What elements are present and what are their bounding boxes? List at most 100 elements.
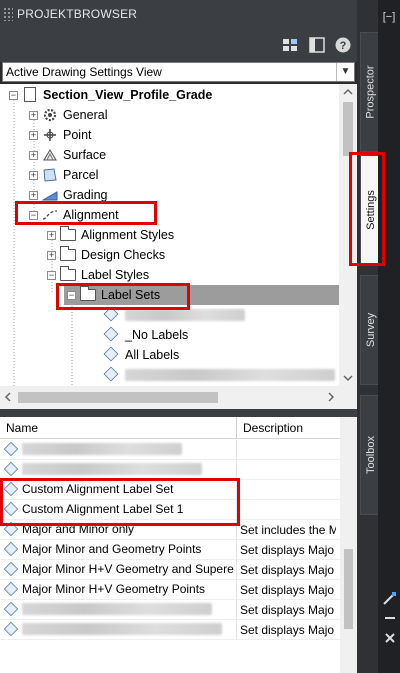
tree-item-label: All Labels — [125, 348, 180, 362]
list-item-description: Set includes the M — [240, 523, 336, 537]
expand-icon[interactable]: + — [29, 170, 38, 180]
collapse-icon[interactable]: − — [67, 290, 76, 300]
tree-item-point[interactable]: + Point — [29, 125, 92, 145]
label-set-icon — [3, 601, 19, 617]
label-set-icon — [3, 581, 19, 597]
chevron-down-icon[interactable]: ▼ — [336, 63, 354, 81]
tree-item-all-labels[interactable]: All Labels — [100, 345, 179, 365]
redacted-text — [125, 309, 245, 321]
collapse-icon[interactable]: − — [29, 210, 38, 220]
label-set-icon — [3, 461, 19, 477]
expand-icon[interactable]: + — [29, 150, 38, 160]
palette-control-strip — [378, 0, 400, 673]
parcel-icon — [42, 167, 58, 183]
column-header-description[interactable]: Description — [243, 421, 303, 435]
tree-item-label-set-redacted[interactable] — [100, 365, 335, 385]
item-list: Name Description Custom Alignment Label … — [0, 417, 357, 673]
list-item-name: Major Minor H+V Geometry and Supere — [22, 562, 234, 576]
tree-item-surface[interactable]: + Surface — [29, 145, 106, 165]
expand-icon[interactable]: + — [47, 230, 56, 240]
drawing-icon — [24, 87, 36, 102]
collapse-icon[interactable]: − — [47, 270, 56, 280]
list-item-name: Major Minor H+V Geometry Points — [22, 582, 206, 596]
tree-horizontal-scrollbar[interactable] — [0, 386, 339, 409]
tree-item-label-styles[interactable]: − Label Styles — [47, 265, 149, 285]
panel-view-icon[interactable] — [309, 37, 325, 53]
list-item-name: Custom Alignment Label Set 1 — [22, 502, 184, 516]
label-set-icon — [3, 521, 19, 537]
scroll-right-icon[interactable] — [323, 386, 339, 409]
palette-tools-icons[interactable] — [382, 590, 398, 650]
view-select[interactable]: Active Drawing Settings View ▼ — [2, 62, 355, 82]
collapse-palette-button[interactable]: [−] — [381, 10, 397, 26]
tree-item-alignment-styles[interactable]: + Alignment Styles — [47, 225, 174, 245]
column-header-name[interactable]: Name — [6, 421, 38, 435]
list-item-description: Set displays Majo — [240, 623, 335, 637]
tree-item-label: Point — [63, 128, 92, 142]
panel-title-bar[interactable]: PROJEKTBROWSER — [0, 0, 357, 28]
expand-icon[interactable]: + — [47, 250, 56, 260]
tree-item-grading[interactable]: + Grading — [29, 185, 107, 205]
list-item-description: Set displays Majo — [240, 543, 335, 557]
prospector-tree: − Section_View_Profile_Grade + General +… — [0, 84, 357, 409]
scroll-down-icon[interactable] — [339, 370, 357, 386]
list-vertical-scroll-thumb[interactable] — [344, 549, 353, 629]
tree-item-design-checks[interactable]: + Design Checks — [47, 245, 165, 265]
tree-item-label: Label Styles — [81, 268, 150, 282]
redacted-text — [22, 623, 222, 635]
tree-item-label: Grading — [63, 188, 108, 202]
list-item[interactable] — [0, 440, 340, 460]
tree-vertical-scroll-thumb[interactable] — [343, 102, 353, 156]
list-item[interactable]: Custom Alignment Label Set 1 — [0, 500, 340, 520]
help-icon[interactable]: ? — [335, 37, 351, 53]
drag-grip-icon[interactable] — [3, 7, 13, 21]
folder-icon — [60, 266, 76, 283]
panel-title: PROJEKTBROWSER — [17, 7, 138, 21]
list-item[interactable]: Custom Alignment Label Set — [0, 480, 340, 500]
toolbar: ? — [0, 28, 357, 62]
tree-item-label: Alignment Styles — [81, 228, 175, 242]
tree-item-no-labels[interactable]: _No Labels — [100, 325, 188, 345]
surface-icon — [42, 147, 58, 163]
gear-icon — [42, 107, 58, 123]
tree-item-general[interactable]: + General — [29, 105, 107, 125]
tree-item-alignment[interactable]: − Alignment — [29, 205, 119, 225]
label-set-icon — [103, 366, 120, 383]
list-item[interactable]: Major Minor H+V Geometry Points Set disp… — [0, 580, 340, 600]
list-vertical-scrollbar[interactable] — [340, 417, 357, 673]
list-item-description: Set displays Majo — [240, 603, 335, 617]
tree-vertical-scrollbar[interactable] — [339, 84, 357, 386]
column-divider[interactable] — [236, 417, 237, 439]
list-item[interactable]: Major Minor and Geometry Points Set disp… — [0, 540, 340, 560]
tree-horizontal-scroll-thumb[interactable] — [18, 392, 218, 403]
expand-icon[interactable]: + — [29, 110, 38, 120]
list-item[interactable] — [0, 460, 340, 480]
list-item[interactable]: Set displays Majo — [0, 600, 340, 620]
tree-item-label-set-redacted[interactable] — [100, 305, 245, 325]
expand-icon[interactable]: + — [29, 190, 38, 200]
collapse-icon[interactable]: − — [9, 90, 18, 100]
list-item[interactable]: Set displays Majo — [0, 620, 340, 640]
list-item[interactable]: Major Minor H+V Geometry and Supere Set … — [0, 560, 340, 580]
expand-icon[interactable]: + — [29, 130, 38, 140]
list-item-description: Set displays Majo — [240, 583, 335, 597]
scroll-up-icon[interactable] — [339, 84, 357, 100]
tree-root[interactable]: − Section_View_Profile_Grade — [9, 85, 212, 105]
tree-item-label: Label Sets — [101, 288, 161, 302]
tree-item-parcel[interactable]: + Parcel — [29, 165, 98, 185]
pane-splitter[interactable] — [0, 409, 357, 417]
tree-item-label: Parcel — [63, 168, 99, 182]
tree-item-label-sets[interactable]: − Label Sets — [64, 285, 339, 305]
label-set-icon — [3, 501, 19, 517]
scroll-left-icon[interactable] — [0, 386, 16, 409]
alignment-icon — [42, 207, 58, 223]
scroll-corner — [339, 386, 357, 409]
view-select-value: Active Drawing Settings View — [6, 65, 162, 79]
grid-view-icon[interactable] — [282, 37, 298, 53]
folder-icon — [60, 226, 76, 243]
redacted-text — [22, 443, 182, 455]
tree-root-label: Section_View_Profile_Grade — [43, 88, 213, 102]
redacted-text — [22, 463, 202, 475]
list-item[interactable]: Major and Minor only Set includes the M — [0, 520, 340, 540]
svg-text:?: ? — [340, 40, 347, 52]
